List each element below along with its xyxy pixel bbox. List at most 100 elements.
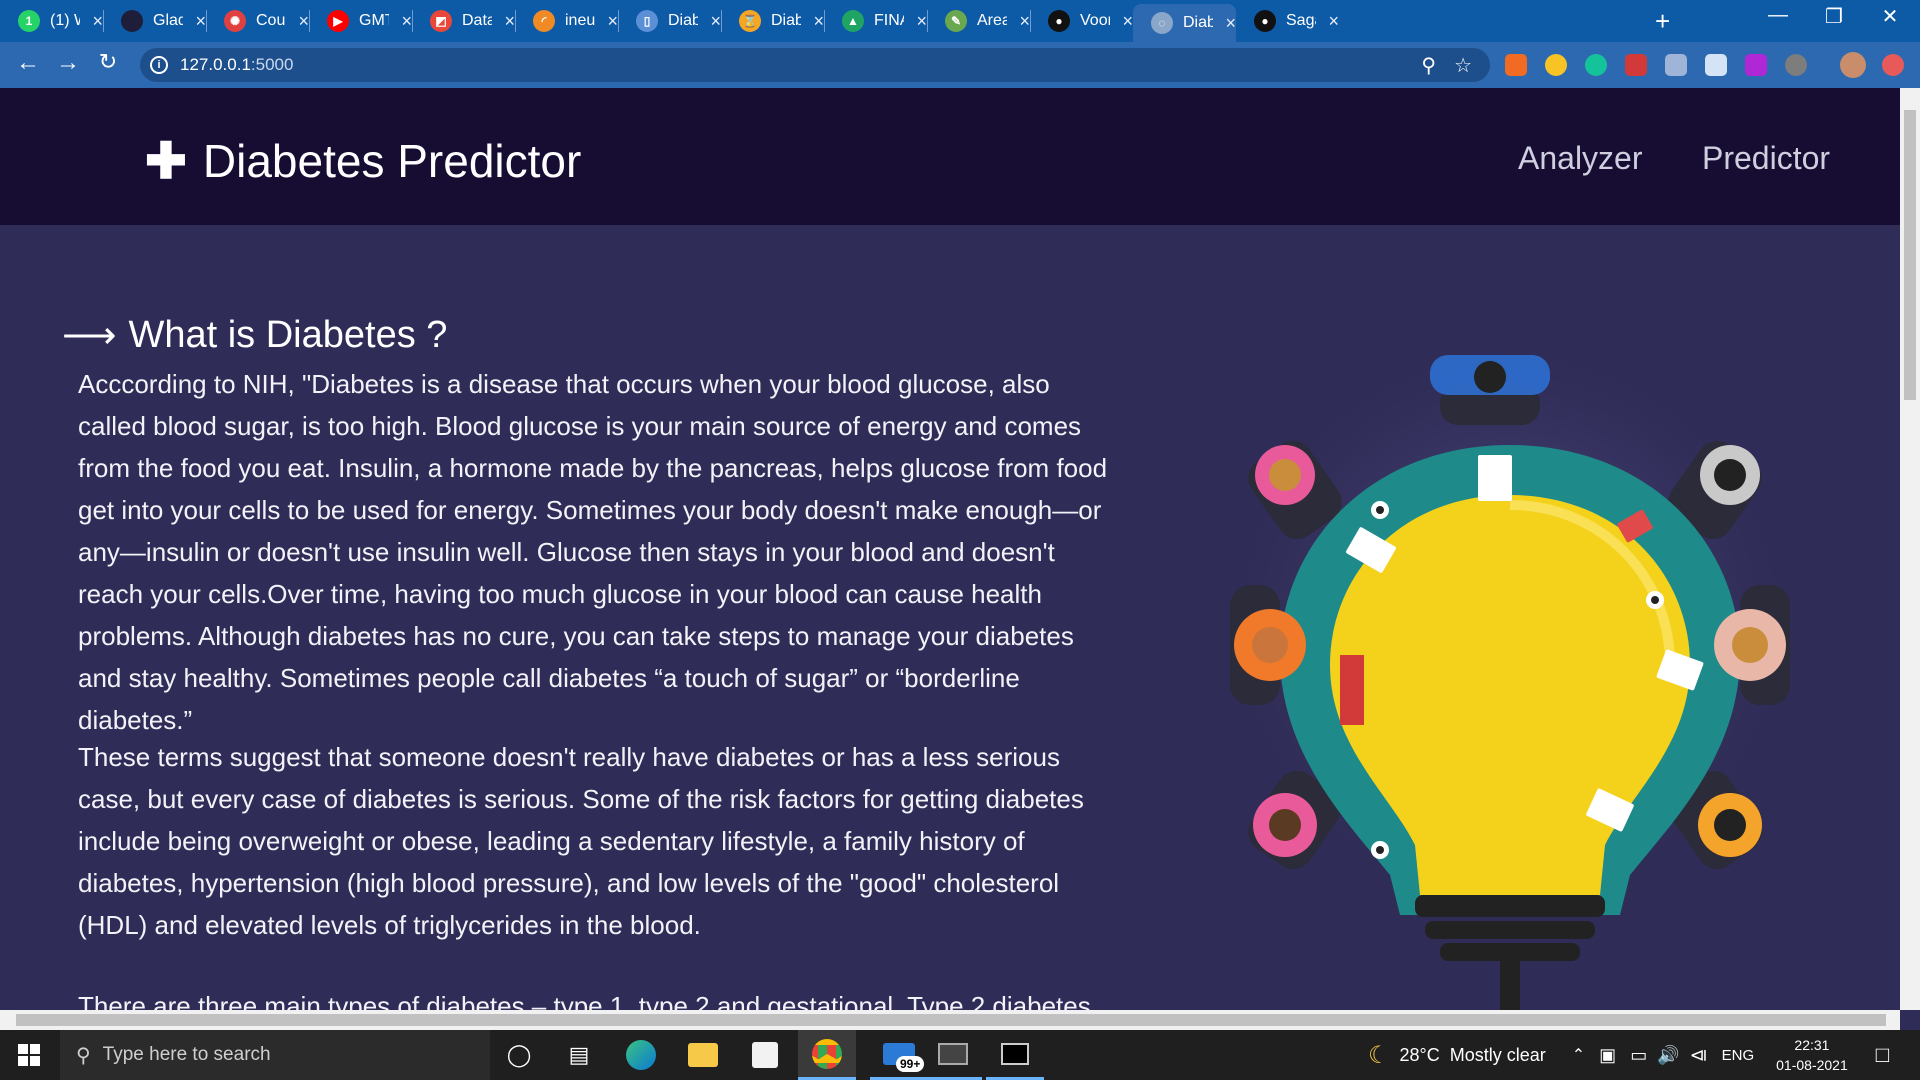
vertical-scrollbar[interactable] [1900,88,1920,1010]
nav-predictor-link[interactable]: Predictor [1702,140,1830,177]
tab-title: ineuro [565,12,596,29]
browser-tab[interactable]: ⌛ Diabet × [721,6,824,36]
profile-avatar[interactable] [1840,52,1866,78]
tab-separator [309,10,310,32]
notifications-icon[interactable]: □ [1876,1042,1889,1068]
system-tray: ☾ 28°C Mostly clear ⌃ ▣ ▭ 🔊 ⧏ ENG 22:31 … [1368,1030,1889,1080]
restore-button[interactable]: ❐ [1806,4,1862,29]
extension-icon[interactable] [1785,54,1807,76]
weather-moon-icon[interactable]: ☾ [1368,1041,1390,1070]
screenshot-extension-icon[interactable] [1705,54,1727,76]
terminal-icon[interactable] [924,1030,982,1080]
tab-close-icon[interactable]: × [607,11,618,32]
paragraph-1: Acccording to NIH, "Diabetes is a diseas… [78,369,1108,735]
arrow-right-icon: ⟶ [62,315,117,357]
browser-tab[interactable]: ● SagarD × [1236,6,1339,36]
clock-date: 01-08-2021 [1776,1057,1848,1073]
back-button[interactable]: ← [12,49,44,77]
horizontal-scroll-thumb[interactable] [16,1014,1886,1026]
reader-extension-icon[interactable] [1665,54,1687,76]
nav-analyzer-link[interactable]: Analyzer [1518,140,1643,177]
horizontal-scrollbar[interactable] [0,1010,1900,1030]
address-bar[interactable]: i 127.0.0.1:5000 ⚲ ☆ [140,48,1490,82]
site-brand[interactable]: ✚ Diabetes Predictor [145,132,581,190]
site-info-icon[interactable]: i [150,56,168,74]
tab-close-icon[interactable]: × [813,11,824,32]
tab-favicon-icon: 1 [18,10,40,32]
tab-close-icon[interactable]: × [504,11,515,32]
browser-tab[interactable]: ✎ Area - × [927,6,1030,36]
vertical-scroll-thumb[interactable] [1904,110,1916,400]
browser-tab[interactable]: ▲ FINAL × [824,6,927,36]
badge-extension-icon[interactable] [1745,54,1767,76]
new-tab-button[interactable]: + [1655,6,1670,37]
wifi-icon[interactable]: ⧏ [1690,1045,1708,1066]
brave-extension-icon[interactable] [1505,54,1527,76]
windows-taskbar: ⚲ Type here to search ◯ ▤ 99+ ☾ 28°C Mos… [0,1030,1920,1080]
browser-tab[interactable]: ▶ GMT20 × [309,6,412,36]
tab-title: Area - [977,12,1008,29]
cmd-icon[interactable] [986,1030,1044,1080]
windows-start-icon[interactable] [0,1030,58,1080]
browser-tab[interactable]: ✺ Course × [206,6,309,36]
browser-tab[interactable]: ◌ Diabet × [1133,4,1236,42]
browser-tab[interactable]: ▯ Diabet × [618,6,721,36]
tab-close-icon[interactable]: × [1122,11,1133,32]
adblock-off-icon[interactable] [1625,54,1647,76]
tab-close-icon[interactable]: × [195,11,206,32]
section-heading: ⟶ What is Diabetes ? [62,313,447,358]
search-placeholder: Type here to search [102,1044,271,1065]
taskbar-search-box[interactable]: ⚲ Type here to search [60,1030,490,1080]
browser-tab[interactable]: ◩ Data S × [412,6,515,36]
edge-icon[interactable] [612,1030,670,1080]
cortana-icon[interactable]: ◯ [490,1030,548,1080]
minimize-button[interactable]: — [1750,4,1806,27]
heading-text: What is Diabetes ? [128,314,448,356]
tab-title: Data S [462,12,493,29]
tab-title: Course [256,12,286,29]
lightbulb-meeting-illustration [1210,355,1810,1010]
tab-title: FINAL [874,12,904,29]
tab-close-icon[interactable]: × [710,11,721,32]
url-host: 127.0.0.1 [180,55,251,74]
file-explorer-icon[interactable] [674,1030,732,1080]
meet-now-icon[interactable]: ▣ [1599,1045,1616,1066]
tab-favicon-icon: ▶ [327,10,349,32]
store-icon[interactable] [736,1030,794,1080]
browser-tab[interactable]: 1 (1) Wh × [0,6,103,36]
chrome-taskbar-icon[interactable] [798,1030,856,1080]
tab-title: GMT20 [359,12,389,29]
browser-tab[interactable]: ● Voona × [1030,6,1133,36]
language-indicator[interactable]: ENG [1722,1047,1755,1064]
chrome-extension-icon[interactable] [1545,54,1567,76]
site-navbar: ✚ Diabetes Predictor Analyzer Predictor [0,88,1900,225]
weather-text[interactable]: 28°C Mostly clear [1400,1045,1546,1066]
tab-title: Gladiat [153,12,184,29]
tab-separator [206,10,207,32]
clock[interactable]: 22:31 01-08-2021 [1776,1035,1848,1075]
browser-tab[interactable]: ◜ ineuro × [515,6,618,36]
tab-close-icon[interactable]: × [1328,11,1339,32]
mail-icon[interactable]: 99+ [870,1030,928,1080]
tab-favicon-icon [121,10,143,32]
tab-separator [1030,10,1031,32]
bookmark-star-icon[interactable]: ☆ [1454,53,1472,78]
battery-icon[interactable]: ▭ [1630,1045,1647,1066]
tab-close-icon[interactable]: × [916,11,927,32]
close-window-button[interactable]: ✕ [1862,4,1918,29]
tab-close-icon[interactable]: × [92,11,103,32]
tab-close-icon[interactable]: × [401,11,412,32]
zoom-icon[interactable]: ⚲ [1421,53,1436,78]
tab-close-icon[interactable]: × [1225,13,1236,34]
show-hidden-icons-icon[interactable]: ⌃ [1572,1045,1585,1065]
task-view-icon[interactable]: ▤ [550,1030,608,1080]
tab-close-icon[interactable]: × [1019,11,1030,32]
forward-button[interactable]: → [52,49,84,77]
volume-icon[interactable]: 🔊 [1657,1045,1679,1066]
grammarly-icon[interactable] [1585,54,1607,76]
tab-close-icon[interactable]: × [298,11,309,32]
reload-button[interactable]: ↻ [92,49,124,75]
tab-separator [515,10,516,32]
update-icon[interactable] [1882,54,1904,76]
browser-tab[interactable]: Gladiat × [103,6,206,36]
